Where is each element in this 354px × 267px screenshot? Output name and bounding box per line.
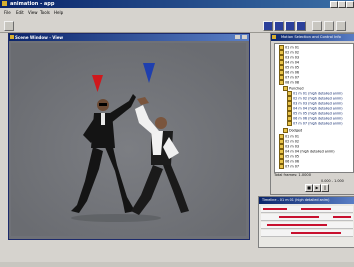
- menu-edit[interactable]: Edit: [16, 10, 24, 15]
- panel-title: Motion Selection and Control Info: [281, 35, 341, 39]
- timeline-titlebar[interactable]: Timeline - 01 m 01 (high detailed anim): [259, 197, 354, 204]
- open-icon[interactable]: [4, 21, 14, 31]
- viewport-close-button[interactable]: [242, 35, 247, 39]
- menu-file[interactable]: File: [4, 10, 11, 15]
- close-button[interactable]: [346, 1, 354, 8]
- panel-icon: [272, 35, 276, 39]
- menu-help[interactable]: Help: [54, 10, 63, 15]
- timeline-clip[interactable]: [291, 232, 341, 234]
- timeline-clip[interactable]: [301, 208, 331, 210]
- tool-icon-5[interactable]: [312, 21, 322, 31]
- panel-titlebar[interactable]: Motion Selection and Control Info: [271, 34, 354, 41]
- motion-panel-window: Motion Selection and Control Info 01 m 0…: [270, 33, 354, 195]
- tree-folder[interactable]: Dodged: [283, 128, 302, 133]
- app-title: animation - app: [10, 1, 55, 7]
- menu-tools[interactable]: Tools: [40, 10, 50, 15]
- tool-icon-4[interactable]: [296, 21, 306, 31]
- play-button[interactable]: ▶: [313, 184, 321, 192]
- tool-icon-6[interactable]: [324, 21, 334, 31]
- viewport-titlebar[interactable]: Scene Window - View: [9, 34, 249, 41]
- minimize-button[interactable]: [330, 1, 338, 8]
- timeline-clip[interactable]: [263, 208, 287, 210]
- pause-button[interactable]: ‖: [321, 184, 329, 192]
- tool-icon-3[interactable]: [285, 21, 295, 31]
- status-bar: [0, 262, 354, 267]
- menubar: File Edit View Tools Help: [0, 9, 354, 17]
- timeline-track[interactable]: [261, 222, 353, 229]
- tool-icon-7[interactable]: [336, 21, 346, 31]
- maximize-button[interactable]: [338, 1, 346, 8]
- timeline-title: Timeline - 01 m 01 (high detailed anim): [262, 198, 330, 202]
- total-frames-label: Total frames: 1.0000: [274, 173, 311, 177]
- app-titlebar[interactable]: animation - app: [0, 0, 354, 8]
- viewport-minimize-button[interactable]: [235, 35, 240, 39]
- frame-range-label: 0.000 - 1.000: [321, 179, 344, 183]
- stop-button[interactable]: ■: [305, 184, 313, 192]
- main-window: animation - app File Edit View Tools Hel…: [0, 0, 354, 262]
- timeline-track[interactable]: [261, 230, 353, 237]
- tree-item[interactable]: 08 m 08: [279, 80, 299, 85]
- viewport-icon: [10, 35, 14, 39]
- viewport-title: Scene Window - View: [15, 35, 64, 40]
- tool-icon-2[interactable]: [274, 21, 284, 31]
- tool-icon-1[interactable]: [263, 21, 273, 31]
- scene-render: [11, 43, 246, 236]
- tree-item[interactable]: 07 m 07: [279, 164, 299, 169]
- timeline-clip[interactable]: [333, 216, 351, 218]
- app-icon: [2, 1, 7, 6]
- timeline-track[interactable]: [261, 214, 353, 221]
- timeline-clip[interactable]: [267, 224, 327, 226]
- timeline-clip[interactable]: [279, 216, 319, 218]
- tree-item[interactable]: 07 m 07 (high detailed anim): [287, 121, 343, 126]
- 3d-viewport-canvas[interactable]: [11, 43, 246, 236]
- timeline-window: Timeline - 01 m 01 (high detailed anim): [258, 196, 354, 248]
- viewport-window: Scene Window - View: [8, 33, 250, 240]
- menu-view[interactable]: View: [28, 10, 38, 15]
- timeline-track[interactable]: [261, 206, 353, 213]
- motion-tree[interactable]: 01 m 01 02 m 02 03 m 03 04 m 04 05 m 05 …: [274, 43, 354, 173]
